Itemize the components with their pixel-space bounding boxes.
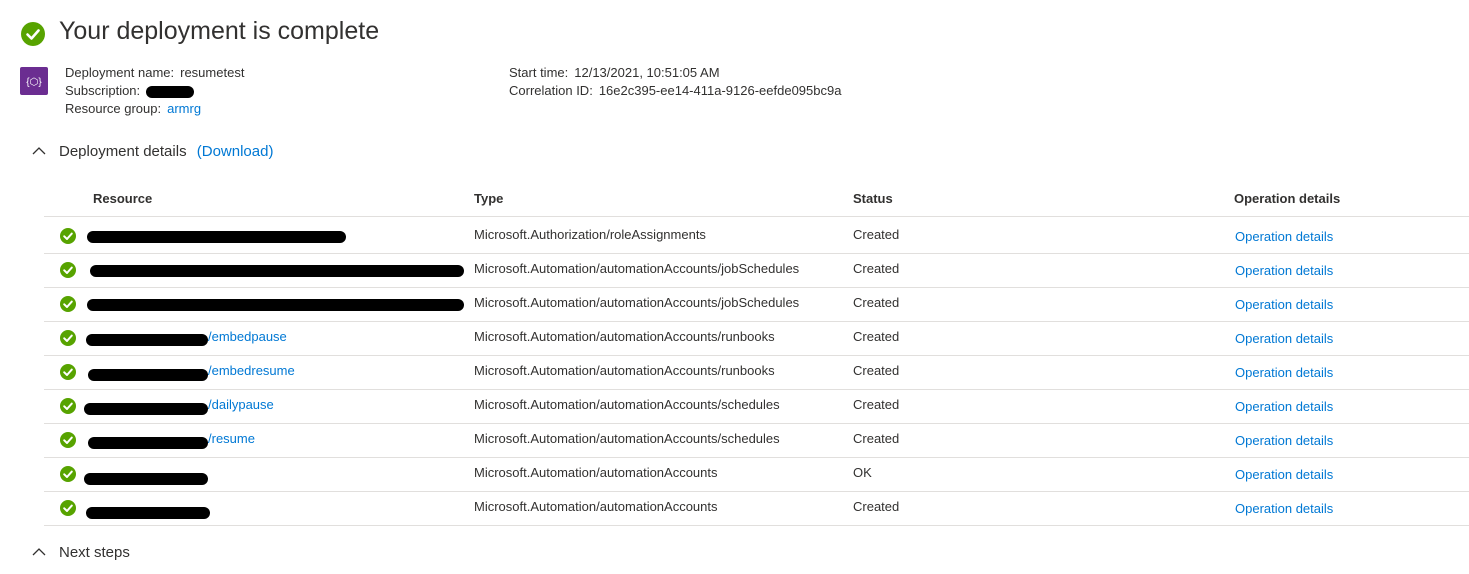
success-check-icon [60, 262, 76, 278]
table-row: Microsoft.Automation/automationAccounts/… [44, 253, 1469, 288]
status-text: Created [853, 363, 900, 378]
column-header-type[interactable]: Type [474, 191, 503, 206]
resource-link[interactable]: /dailypause [208, 397, 274, 412]
success-check-icon [60, 228, 76, 244]
operation-details-link[interactable]: Operation details [1235, 229, 1333, 244]
svg-text:{⬡}: {⬡} [26, 77, 42, 88]
chevron-up-icon[interactable] [32, 146, 46, 156]
redacted-resource-name [90, 265, 464, 277]
redacted-resource-prefix [84, 403, 208, 415]
success-check-icon [60, 432, 76, 448]
redacted-resource-name [86, 507, 210, 519]
table-row: /embedresume Microsoft.Automation/automa… [44, 355, 1469, 390]
operation-details-link[interactable]: Operation details [1235, 263, 1333, 278]
redacted-resource-name [87, 299, 464, 311]
download-link[interactable]: (Download) [197, 143, 274, 160]
redacted-resource-prefix [88, 369, 208, 381]
success-check-icon [21, 22, 45, 46]
success-check-icon [60, 466, 76, 482]
status-text: Created [853, 261, 900, 276]
operation-details-link[interactable]: Operation details [1235, 399, 1333, 414]
table-row: /dailypause Microsoft.Automation/automat… [44, 389, 1469, 424]
status-text: Created [853, 499, 900, 514]
success-check-icon [60, 330, 76, 346]
resource-group-link[interactable]: armrg [167, 101, 201, 116]
redacted-resource-prefix [88, 437, 208, 449]
table-row: Microsoft.Automation/automationAccounts/… [44, 287, 1469, 322]
deployment-name-row: Deployment name: resumetest [65, 65, 245, 80]
success-check-icon [60, 364, 76, 380]
column-header-resource[interactable]: Resource [93, 191, 152, 206]
status-text: OK [853, 465, 872, 480]
resource-type: Microsoft.Automation/automationAccounts [474, 499, 718, 514]
correlation-id-row: Correlation ID: 16e2c395-ee14-411a-9126-e… [509, 83, 842, 98]
redacted-resource-name [84, 473, 208, 485]
success-check-icon [60, 500, 76, 516]
success-check-icon [60, 296, 76, 312]
resource-type: Microsoft.Automation/automationAccounts/… [474, 363, 775, 378]
start-time-value: 12/13/2021, 10:51:05 AM [574, 65, 720, 80]
next-steps-heading[interactable]: Next steps [59, 544, 130, 561]
resource-link[interactable]: /embedresume [208, 363, 295, 378]
redacted-resource-name [87, 231, 346, 243]
column-header-status[interactable]: Status [853, 191, 893, 206]
deployment-name-value: resumetest [180, 65, 245, 80]
redacted-resource-prefix [86, 334, 208, 346]
resource-type: Microsoft.Automation/automationAccounts/… [474, 261, 800, 276]
page-title: Your deployment is complete [59, 17, 380, 45]
chevron-up-icon[interactable] [32, 547, 46, 557]
operation-details-link[interactable]: Operation details [1235, 501, 1333, 516]
table-row: Microsoft.Automation/automationAccounts … [44, 457, 1469, 492]
table-row: /embedpause Microsoft.Automation/automat… [44, 321, 1469, 356]
status-text: Created [853, 397, 900, 412]
table-row: Microsoft.Automation/automationAccounts … [44, 491, 1469, 526]
resource-group-row: Resource group: armrg [65, 101, 202, 116]
subscription-row: Subscription: [65, 83, 141, 98]
resource-type: Microsoft.Automation/automationAccounts [474, 465, 718, 480]
status-text: Created [853, 431, 900, 446]
operation-details-link[interactable]: Operation details [1235, 331, 1333, 346]
column-header-operation-details[interactable]: Operation details [1234, 191, 1340, 206]
redacted-subscription [146, 86, 194, 98]
status-text: Created [853, 329, 900, 344]
resource-link[interactable]: /resume [208, 431, 255, 446]
operation-details-link[interactable]: Operation details [1235, 297, 1333, 312]
resource-type: Microsoft.Automation/automationAccounts/… [474, 431, 780, 446]
resource-type: Microsoft.Automation/automationAccounts/… [474, 295, 800, 310]
resource-type: Microsoft.Automation/automationAccounts/… [474, 329, 775, 344]
start-time-row: Start time: 12/13/2021, 10:51:05 AM [509, 65, 720, 80]
table-row: Microsoft.Authorization/roleAssignments … [44, 219, 1469, 254]
deployment-details-heading[interactable]: Deployment details (Download) [59, 143, 273, 160]
table-row: /resume Microsoft.Automation/automationA… [44, 423, 1469, 458]
table-header-divider [44, 216, 1469, 217]
operation-details-link[interactable]: Operation details [1235, 433, 1333, 448]
status-text: Created [853, 227, 900, 242]
resource-type: Microsoft.Authorization/roleAssignments [474, 227, 706, 242]
correlation-id-value: 16e2c395-ee14-411a-9126-eefde095bc9a [598, 83, 842, 98]
resource-group-icon: {⬡} [20, 67, 48, 95]
resource-type: Microsoft.Automation/automationAccounts/… [474, 397, 780, 412]
resource-link[interactable]: /embedpause [208, 329, 287, 344]
success-check-icon [60, 398, 76, 414]
operation-details-link[interactable]: Operation details [1235, 365, 1333, 380]
status-text: Created [853, 295, 900, 310]
operation-details-link[interactable]: Operation details [1235, 467, 1333, 482]
